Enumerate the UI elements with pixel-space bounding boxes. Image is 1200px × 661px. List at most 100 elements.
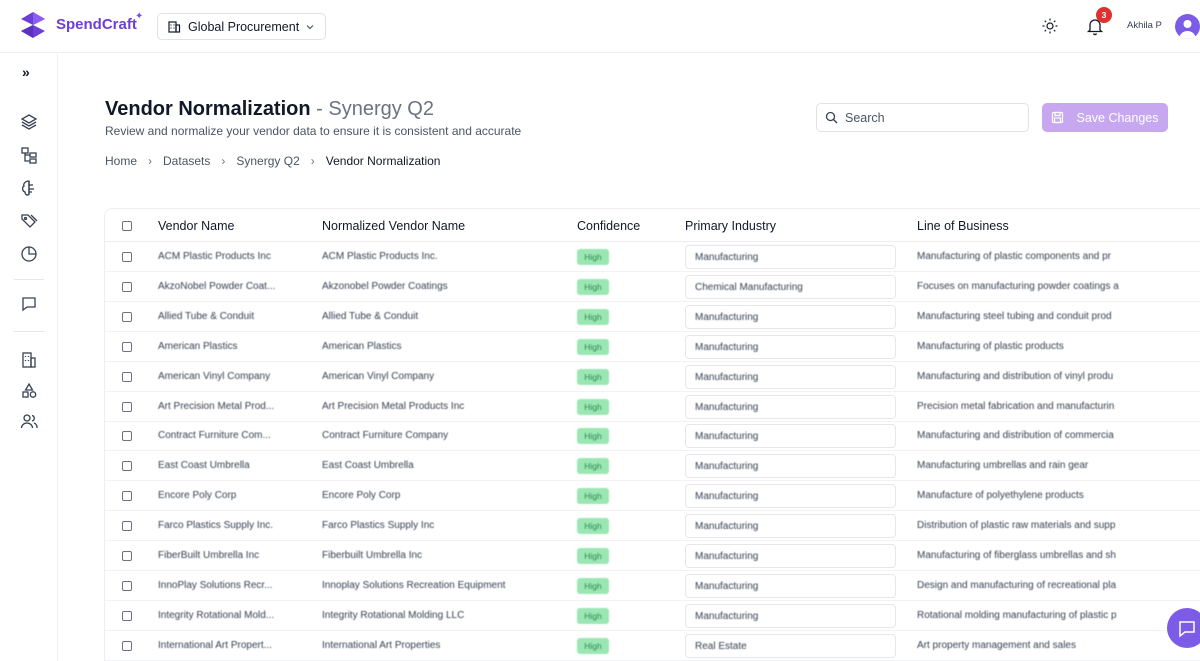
normalized-name-cell: Contract Furniture Company (322, 430, 449, 442)
row-checkbox[interactable] (122, 461, 132, 472)
primary-industry-field[interactable]: Manufacturing (685, 304, 896, 329)
breadcrumb-dataset[interactable]: Synergy Q2 (236, 154, 299, 168)
save-icon (1052, 111, 1064, 124)
vendor-name-cell: AkzoNobel Powder Coat... (158, 280, 276, 292)
layers-icon[interactable] (19, 112, 39, 132)
row-checkbox[interactable] (122, 252, 132, 262)
sidebar: » (0, 54, 58, 661)
vendor-name-cell: Art Precision Metal Prod... (158, 400, 275, 412)
confidence-badge: High (577, 518, 609, 535)
breadcrumb-datasets[interactable]: Datasets (163, 154, 210, 168)
column-header-normalized-name[interactable]: Normalized Vendor Name (322, 219, 465, 233)
primary-industry-field[interactable]: Manufacturing (685, 544, 896, 568)
row-checkbox[interactable] (122, 401, 132, 412)
table-row[interactable]: Integrity Rotational Mold... Integrity Ro… (105, 601, 1200, 631)
row-checkbox[interactable] (122, 341, 132, 352)
primary-industry-field[interactable]: Manufacturing (685, 573, 896, 598)
chat-icon[interactable] (19, 294, 39, 314)
row-checkbox[interactable] (122, 311, 132, 322)
table-row[interactable]: Allied Tube & Conduit Allied Tube & Condu… (105, 302, 1200, 332)
vendor-name-cell: American Plastics (158, 340, 238, 352)
breadcrumb-home[interactable]: Home (105, 154, 137, 168)
primary-industry-field[interactable]: Manufacturing (685, 484, 896, 509)
row-checkbox[interactable] (122, 281, 132, 292)
table-row[interactable]: American Plastics American Plastics High Ma… (105, 332, 1200, 362)
row-checkbox[interactable] (122, 610, 132, 621)
row-checkbox[interactable] (122, 491, 132, 502)
table-row[interactable]: AkzoNobel Powder Coat... Akzonobel Powder… (105, 272, 1200, 302)
primary-industry-value: Manufacturing (695, 551, 759, 562)
primary-industry-field[interactable]: Manufacturing (685, 245, 896, 269)
normalized-name-cell: Farco Plastics Supply Inc (322, 520, 435, 532)
primary-industry-value: Manufacturing (695, 401, 759, 413)
expand-sidebar-icon[interactable]: » (22, 64, 30, 80)
primary-industry-field[interactable]: Manufacturing (685, 334, 896, 359)
select-all-checkbox[interactable] (122, 221, 132, 231)
shapes-icon[interactable] (19, 381, 39, 401)
primary-industry-field[interactable]: Chemical Manufacturing (685, 274, 896, 299)
table-row[interactable]: International Art Propert... Internationa… (105, 631, 1200, 661)
avatar[interactable] (1175, 14, 1200, 39)
vendor-name-cell: Farco Plastics Supply Inc. (158, 520, 274, 532)
table-row[interactable]: FiberBuilt Umbrella Inc Fiberbuilt Umbrel… (105, 541, 1200, 571)
primary-industry-value: Real Estate (695, 640, 747, 652)
workspace-select[interactable]: Global Procurement (157, 13, 326, 40)
column-header-confidence[interactable]: Confidence (577, 219, 640, 233)
primary-industry-field[interactable]: Manufacturing (685, 454, 896, 479)
line-of-business-cell: Rotational molding manufacturing of plas… (917, 609, 1117, 621)
table-row[interactable]: Encore Poly Corp Encore Poly Corp High Manu… (105, 481, 1200, 512)
save-changes-label: Save Changes (1076, 110, 1159, 125)
column-header-line-of-business[interactable]: Line of Business (917, 219, 1009, 233)
vendor-name-cell: InnoPlay Solutions Recr... (158, 579, 273, 591)
table-row[interactable]: American Vinyl Company American Vinyl Com… (105, 362, 1200, 392)
save-changes-button[interactable]: Save Changes (1042, 103, 1168, 132)
table-row[interactable]: Contract Furniture Com... Contract Furnit… (105, 421, 1200, 452)
workspace-label: Global Procurement (188, 19, 300, 34)
primary-industry-field[interactable]: Manufacturing (685, 514, 896, 539)
primary-industry-field[interactable]: Manufacturing (685, 394, 896, 419)
row-checkbox[interactable] (122, 640, 132, 651)
breadcrumb-current: Vendor Normalization (325, 154, 441, 168)
table-row[interactable]: Farco Plastics Supply Inc. Farco Plastics… (105, 511, 1200, 542)
primary-industry-field[interactable]: Manufacturing (685, 603, 896, 628)
vendor-name-cell: Integrity Rotational Mold... (158, 609, 275, 621)
normalized-name-cell: American Vinyl Company (322, 370, 435, 382)
column-header-primary-industry[interactable]: Primary Industry (685, 219, 776, 233)
spendcraft-logo-icon[interactable] (18, 10, 48, 42)
users-icon[interactable] (19, 411, 39, 431)
vendor-name-cell: American Vinyl Company (158, 370, 271, 382)
normalized-name-cell: East Coast Umbrella (322, 460, 414, 472)
primary-industry-field[interactable]: Real Estate (685, 633, 896, 658)
row-checkbox[interactable] (122, 580, 132, 591)
line-of-business-cell: Art property management and sales (917, 639, 1076, 651)
primary-industry-value: Manufacturing (695, 341, 759, 353)
primary-industry-field[interactable]: Manufacturing (685, 364, 896, 389)
sun-icon[interactable] (1041, 17, 1059, 35)
search-box[interactable] (816, 103, 1029, 132)
tags-icon[interactable] (19, 211, 39, 231)
table-row[interactable]: Art Precision Metal Prod... Art Precision… (105, 392, 1200, 422)
column-header-vendor-name[interactable]: Vendor Name (158, 219, 234, 233)
pie-chart-icon[interactable] (19, 244, 39, 264)
primary-industry-value: Manufacturing (695, 610, 759, 622)
row-checkbox[interactable] (122, 431, 132, 442)
primary-industry-field[interactable]: Manufacturing (685, 424, 896, 449)
confidence-badge: High (577, 368, 609, 385)
search-input[interactable] (845, 110, 1015, 125)
line-of-business-cell: Design and manufacturing of recreational… (917, 579, 1117, 591)
table-row[interactable]: InnoPlay Solutions Recr... Innoplay Solut… (105, 571, 1200, 601)
brand-name[interactable]: SpendCraft (56, 16, 137, 33)
normalized-name-cell: American Plastics (322, 340, 402, 352)
table-row[interactable]: East Coast Umbrella East Coast Umbrella Hi… (105, 451, 1200, 482)
hierarchy-icon[interactable] (19, 145, 39, 165)
building-icon[interactable] (19, 350, 39, 370)
row-checkbox[interactable] (122, 551, 132, 561)
brain-icon[interactable] (19, 178, 39, 198)
user-name[interactable]: Akhila P (1127, 20, 1162, 31)
table-row[interactable]: ACM Plastic Products Inc ACM Plastic Prod… (105, 242, 1200, 272)
row-checkbox[interactable] (122, 371, 132, 382)
confidence-badge: High (577, 398, 609, 415)
row-checkbox[interactable] (122, 521, 132, 532)
primary-industry-value: Manufacturing (695, 580, 759, 592)
chat-fab-button[interactable] (1167, 608, 1200, 648)
